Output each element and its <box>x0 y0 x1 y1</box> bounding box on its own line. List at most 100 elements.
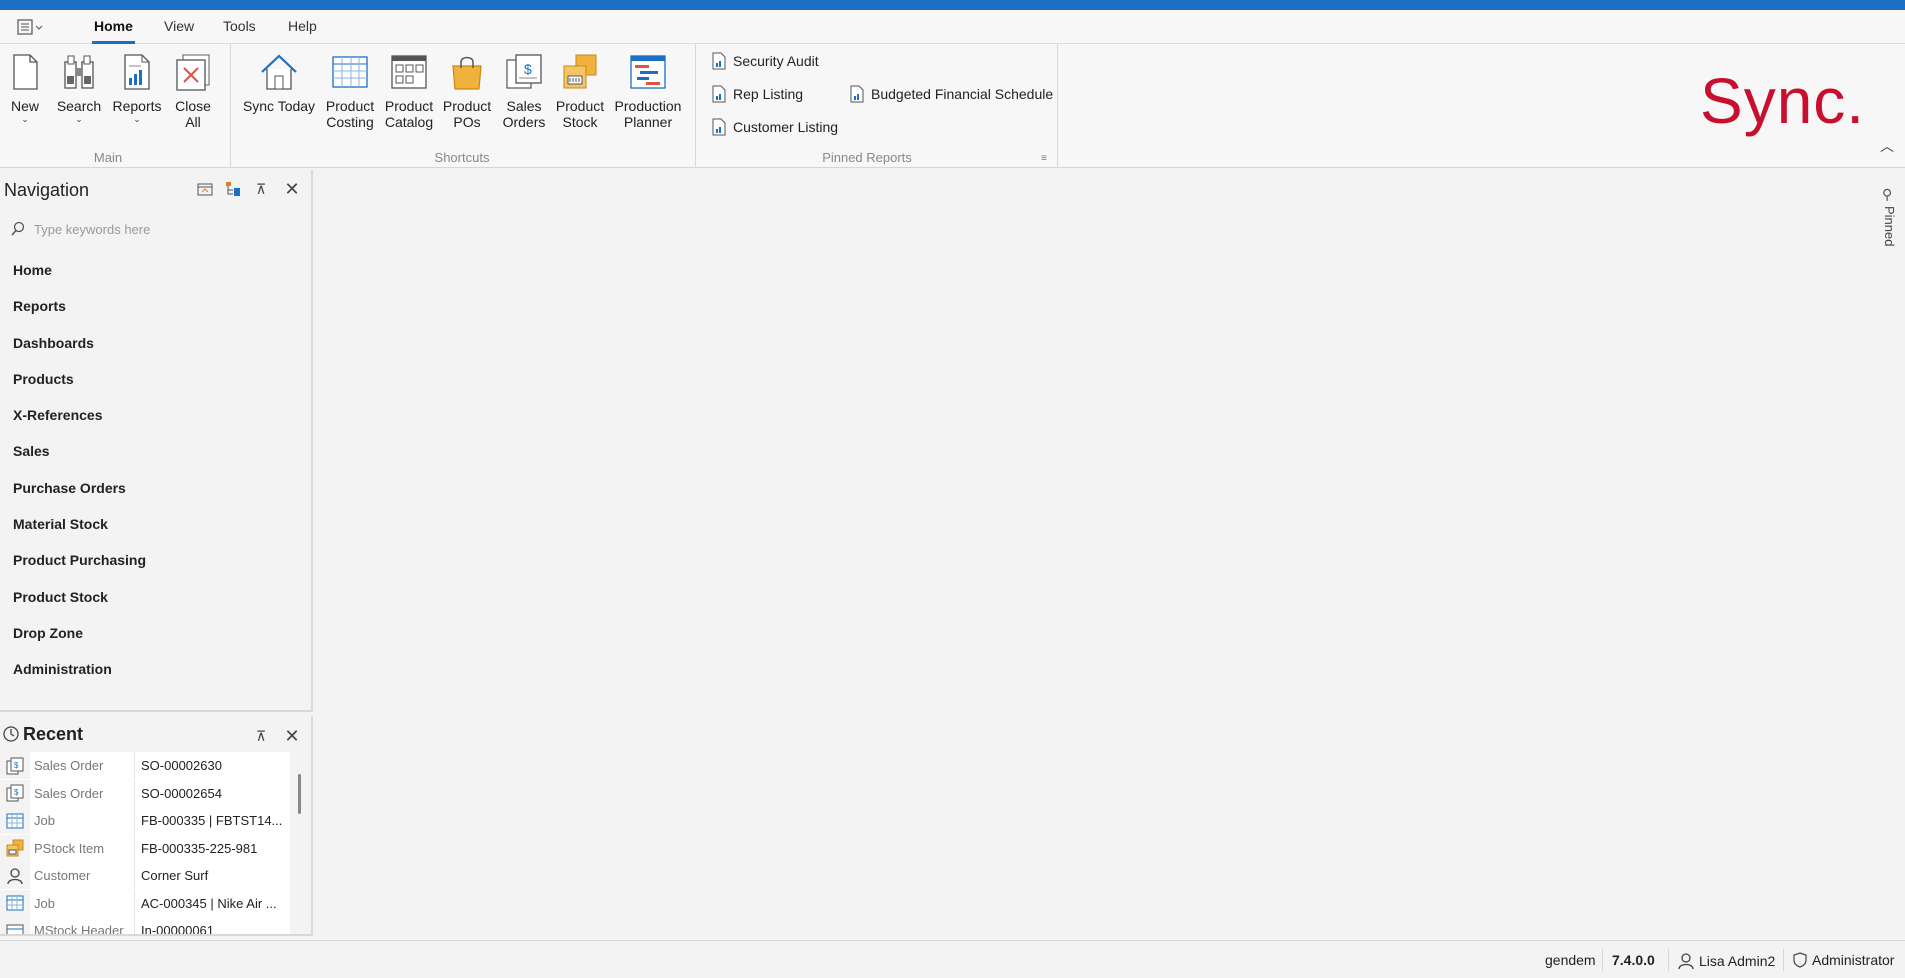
svg-text:$: $ <box>14 761 19 770</box>
grid-sheet-icon <box>332 56 368 88</box>
report-icon <box>712 118 726 136</box>
catalog-icon <box>391 55 427 89</box>
group-launcher-icon[interactable]: ≡ <box>1041 153 1047 164</box>
status-bar: gendem 7.4.0.0 Lisa Admin2 Administrator <box>0 940 1905 978</box>
ribbon-tab-bar: Home View Tools Help <box>0 10 1905 44</box>
database-name: gendem <box>1545 952 1596 968</box>
nav-item-purchase-orders[interactable]: Purchase Orders <box>0 470 311 506</box>
navigation-title: Navigation <box>4 180 90 200</box>
close-icon[interactable]: ✕ <box>283 727 301 745</box>
navigation-panel: Navigation ⊼ ✕ Home Reports Dashboards P… <box>0 170 313 712</box>
pinned-report-security-audit[interactable]: Security Audit <box>711 52 819 70</box>
group-label-main: Main <box>93 150 123 165</box>
status-divider <box>1668 949 1669 971</box>
list-item[interactable]: $ Sales Order SO-00002654 <box>0 779 290 808</box>
history-icon <box>3 726 19 742</box>
sales-order-icon: $ <box>506 54 542 89</box>
status-divider <box>1783 949 1784 971</box>
close-icon[interactable]: ✕ <box>283 180 301 198</box>
reports-button[interactable]: Reports ⌄ <box>111 52 163 124</box>
tab-help[interactable]: Help <box>288 18 317 34</box>
pin-icon: ⚲ <box>1882 186 1893 202</box>
nav-item-dashboards[interactable]: Dashboards <box>0 325 311 361</box>
sales-order-icon: $ <box>6 757 24 775</box>
group-divider <box>1057 44 1058 168</box>
recent-panel: Recent ⊼ ✕ $ Sales Order SO-00002630 $ S… <box>0 716 313 936</box>
title-bar <box>0 0 1905 10</box>
recent-scrollbar[interactable] <box>298 774 301 814</box>
new-button[interactable]: New ⌄ <box>4 52 46 124</box>
nav-item-product-stock[interactable]: Product Stock <box>0 579 311 615</box>
nav-item-material-stock[interactable]: Material Stock <box>0 506 311 542</box>
svg-text:$: $ <box>14 788 19 797</box>
nav-item-drop-zone[interactable]: Drop Zone <box>0 615 311 651</box>
close-all-button[interactable]: Close All <box>172 52 214 130</box>
product-costing-button[interactable]: Product Costing <box>323 52 377 130</box>
navigation-search <box>10 218 300 240</box>
list-item[interactable]: Job FB-000335 | FBTST14... <box>0 807 290 835</box>
search-input[interactable] <box>34 221 284 237</box>
job-grid-icon <box>6 813 24 829</box>
report-icon <box>712 52 726 70</box>
list-item[interactable]: PStock Item FB-000335-225-981 <box>0 834 290 863</box>
job-grid-icon <box>6 895 24 911</box>
status-divider <box>1602 949 1603 971</box>
new-document-icon <box>13 54 38 90</box>
search-button[interactable]: Search ⌄ <box>55 52 103 124</box>
collapse-all-icon[interactable] <box>196 180 214 198</box>
pinned-report-rep-listing[interactable]: Rep Listing <box>711 85 803 103</box>
list-item[interactable]: Job AC-000345 | Nike Air ... <box>0 889 290 918</box>
nav-item-product-purchasing[interactable]: Product Purchasing <box>0 542 311 578</box>
list-item[interactable]: $ Sales Order SO-00002630 <box>0 752 290 780</box>
pinned-side-tab[interactable]: ⚲ Pinned <box>1878 186 1902 256</box>
search-icon <box>11 221 25 236</box>
product-stock-button[interactable]: Product Stock <box>554 52 606 130</box>
nav-item-administration[interactable]: Administration <box>0 651 311 687</box>
version-label: 7.4.0.0 <box>1612 952 1655 968</box>
list-item[interactable]: Customer Corner Surf <box>0 862 290 890</box>
product-catalog-button[interactable]: Product Catalog <box>382 52 436 130</box>
product-pos-button[interactable]: Product POs <box>441 52 493 130</box>
ribbon: New ⌄ Search ⌄ Reports ⌄ Close All Main … <box>0 44 1905 168</box>
tree-icon[interactable] <box>224 180 242 198</box>
mstock-icon <box>6 924 24 934</box>
nav-item-x-references[interactable]: X-References <box>0 397 311 433</box>
sync-today-button[interactable]: Sync Today <box>242 52 316 114</box>
pinned-report-customer-listing[interactable]: Customer Listing <box>711 118 838 136</box>
production-planner-button[interactable]: Production Planner <box>612 52 684 130</box>
customer-icon <box>7 868 23 884</box>
tab-home[interactable]: Home <box>92 18 135 44</box>
tab-tools[interactable]: Tools <box>223 18 256 34</box>
sales-orders-button[interactable]: $ Sales Orders <box>500 52 548 130</box>
user-status[interactable]: Lisa Admin2 <box>1678 952 1775 970</box>
pin-icon[interactable]: ⊼ <box>252 180 270 198</box>
report-icon <box>850 85 864 103</box>
group-label-pinned-reports: Pinned Reports <box>822 150 912 165</box>
navigation-list: Home Reports Dashboards Products X-Refer… <box>0 252 311 688</box>
sync-logo: Sync. <box>1700 65 1866 137</box>
stock-boxes-icon <box>563 54 597 89</box>
list-item[interactable]: MStock Header In-00000061 <box>0 917 290 934</box>
tab-view[interactable]: View <box>164 18 194 34</box>
pinned-report-budgeted-financial-schedule[interactable]: Budgeted Financial Schedule <box>849 85 1053 103</box>
nav-item-sales[interactable]: Sales <box>0 433 311 469</box>
group-divider <box>695 44 696 168</box>
role-status: Administrator <box>1793 952 1894 968</box>
planner-icon <box>630 55 666 89</box>
binoculars-icon <box>64 55 94 89</box>
nav-item-products[interactable]: Products <box>0 361 311 397</box>
sales-order-icon: $ <box>6 784 24 802</box>
nav-item-reports[interactable]: Reports <box>0 288 311 324</box>
app-menu-icon[interactable] <box>16 17 46 37</box>
report-icon <box>124 54 150 90</box>
house-icon <box>261 54 297 90</box>
group-divider <box>230 44 231 168</box>
report-icon <box>712 85 726 103</box>
nav-item-home[interactable]: Home <box>0 252 311 288</box>
collapse-ribbon-icon[interactable]: ︿ <box>1880 136 1894 156</box>
group-label-shortcuts: Shortcuts <box>434 150 490 165</box>
recent-list: $ Sales Order SO-00002630 $ Sales Order … <box>0 752 290 934</box>
shield-icon <box>1793 952 1807 968</box>
pin-icon[interactable]: ⊼ <box>252 727 270 745</box>
close-all-icon <box>176 54 210 91</box>
